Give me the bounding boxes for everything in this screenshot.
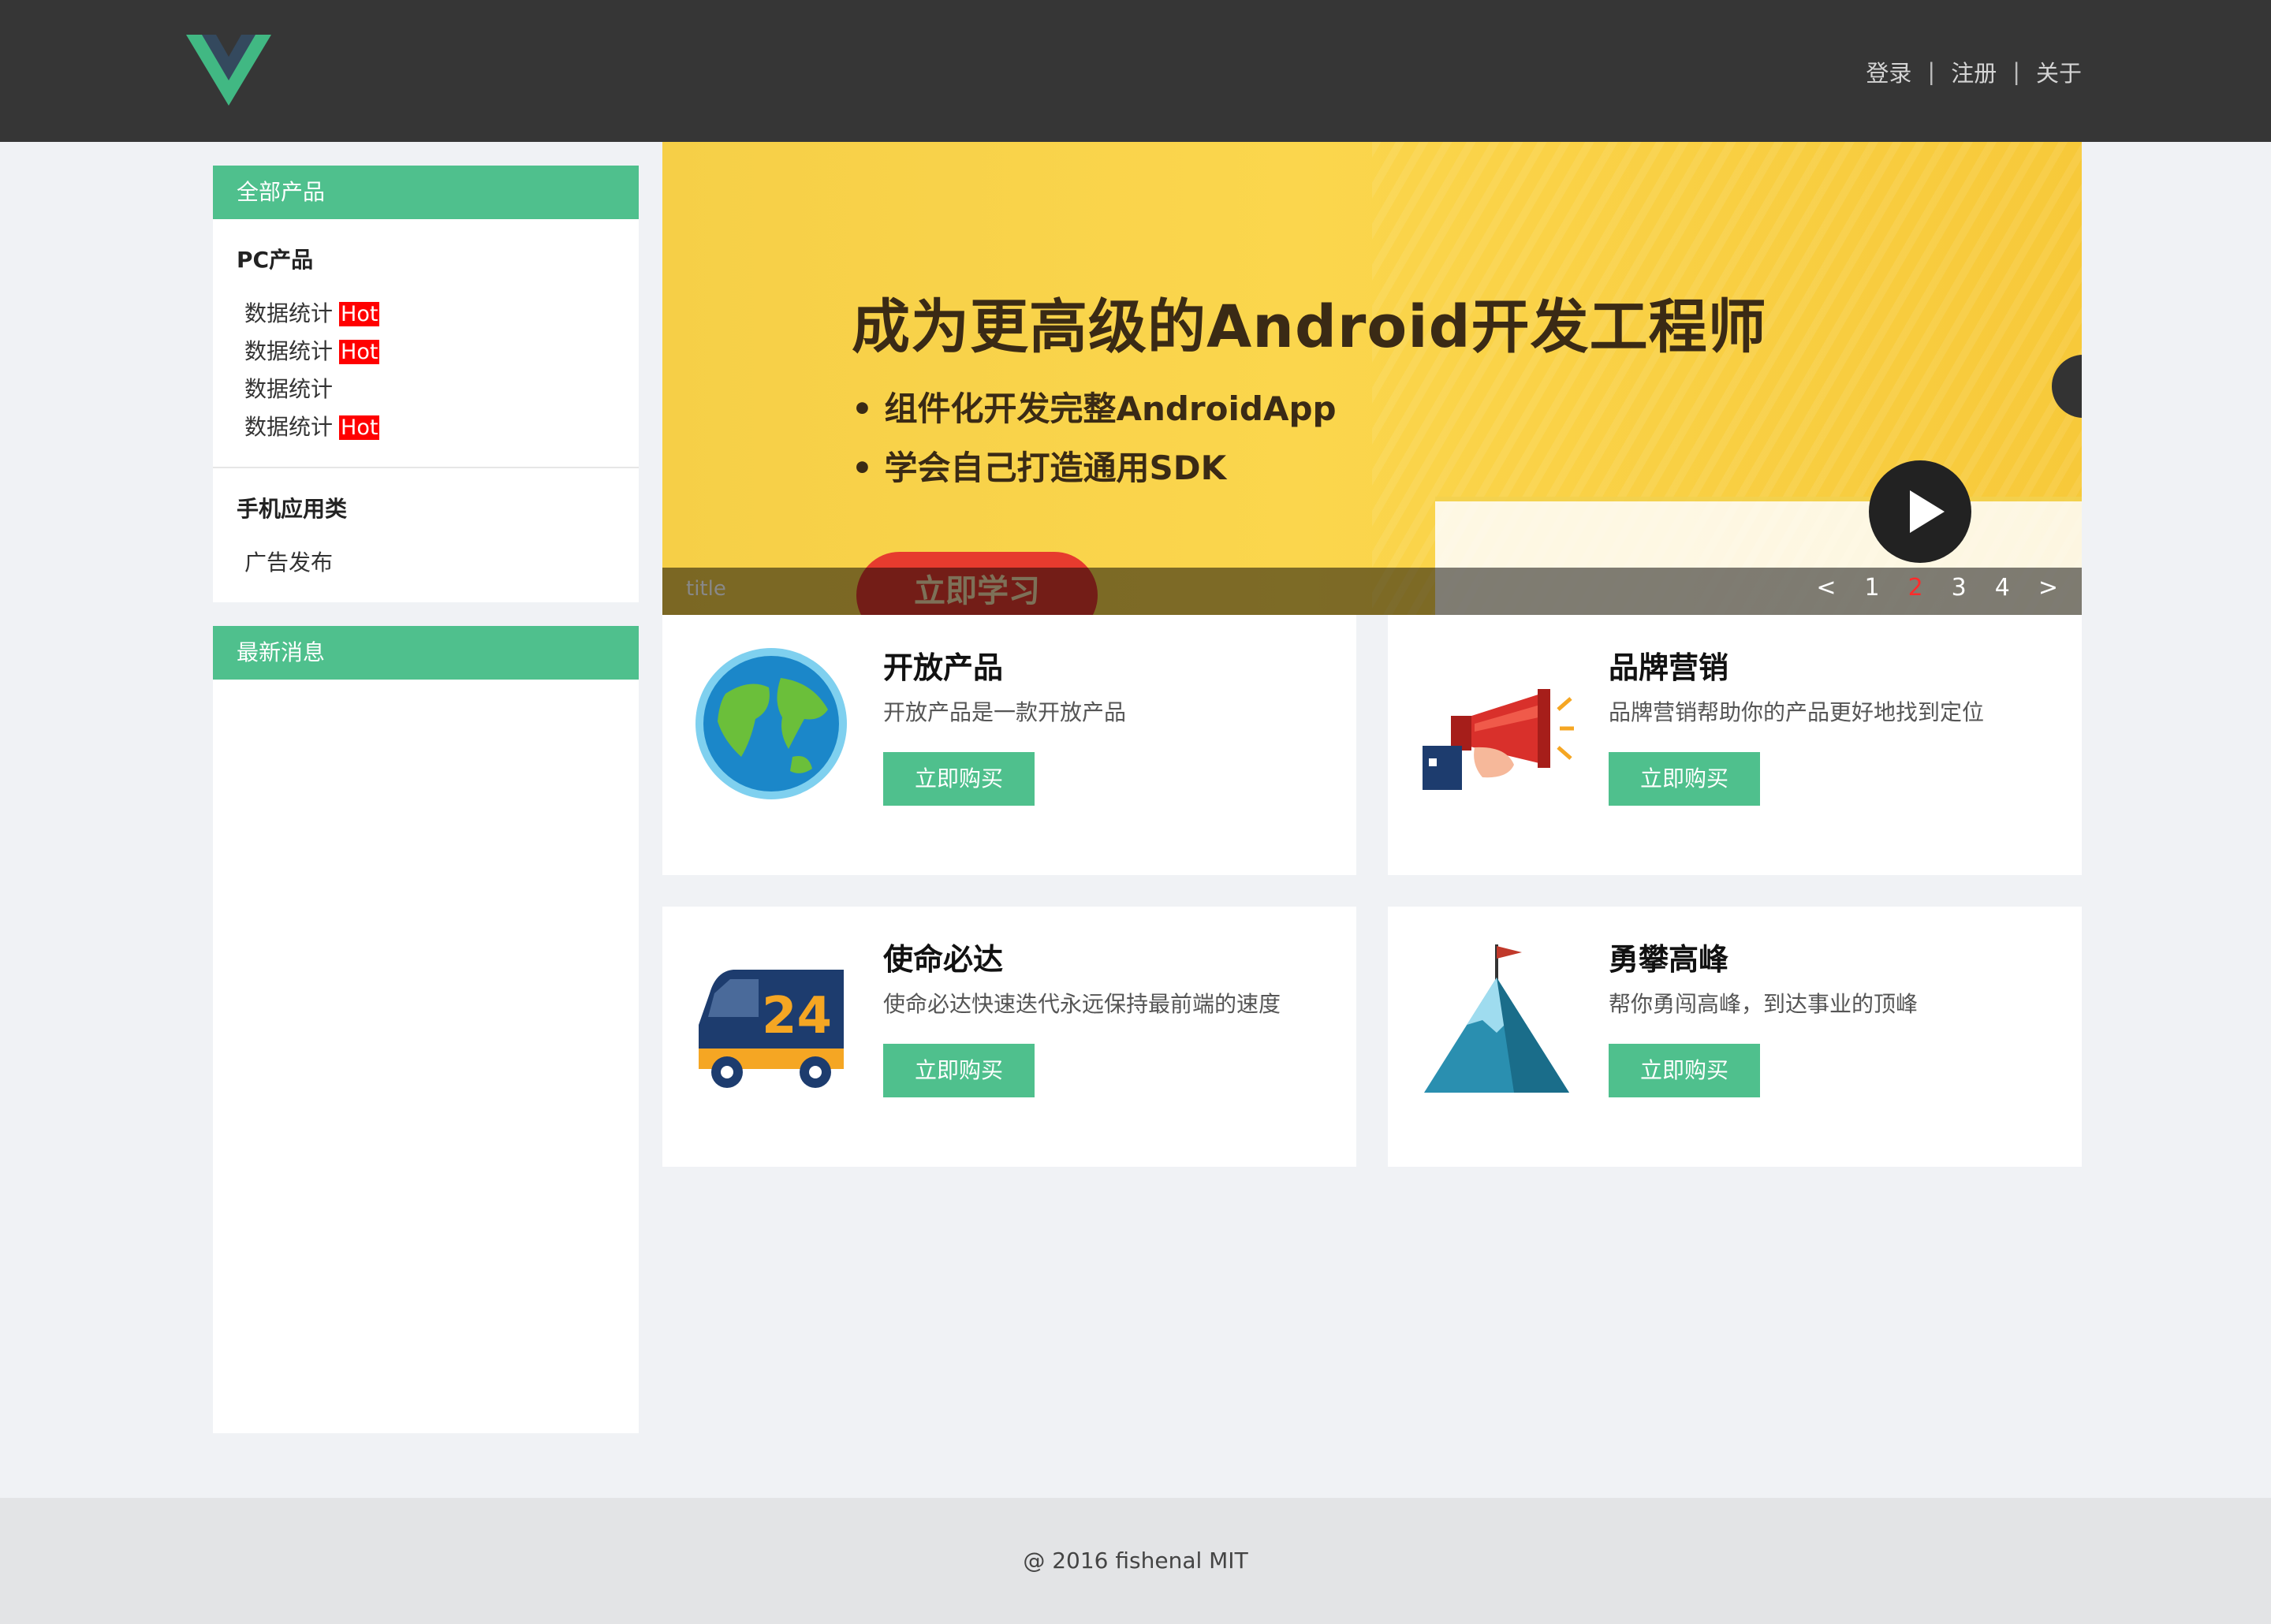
top-header: 登录 | 注册 | 关于	[0, 0, 2271, 142]
product-item[interactable]: 广告发布	[237, 544, 615, 582]
sidebar: 全部产品 PC产品 数据统计 Hot 数据统计 Hot 数据统计 数据统计 Hot 手…	[213, 166, 639, 1433]
banner-bullet: • 学会自己打造通用SDK	[852, 449, 1227, 487]
slider-page-1[interactable]: 1	[1864, 574, 1879, 602]
group-title: PC产品	[237, 247, 314, 273]
products-panel-body: PC产品 数据统计 Hot 数据统计 Hot 数据统计 数据统计 Hot 手机应用类 …	[213, 219, 639, 602]
slider-controls: < 1 2 3 4 >	[1788, 574, 2058, 602]
slider-next-button[interactable]: >	[2038, 574, 2058, 602]
mountain-icon	[1424, 944, 1569, 1093]
globe-icon	[695, 648, 847, 799]
product-item-label[interactable]: 数据统计	[244, 300, 333, 326]
register-link[interactable]: 注册	[1951, 55, 1997, 88]
slider-caption-bar: title < 1 2 3 4 >	[662, 568, 2082, 615]
product-item[interactable]: 数据统计	[237, 371, 615, 408]
product-item[interactable]: 数据统计 Hot	[237, 408, 615, 446]
card-description: 开放产品是一款开放产品	[883, 699, 1127, 725]
banner-bullet: • 组件化开发完整AndroidApp	[852, 389, 1337, 428]
buy-now-button[interactable]: 立即购买	[883, 1044, 1035, 1097]
card-description: 帮你勇闯高峰，到达事业的顶峰	[1609, 991, 1919, 1017]
svg-text:24: 24	[762, 987, 832, 1045]
news-panel-title: 最新消息	[213, 626, 639, 680]
product-card: 24 使命必达 使命必达快速迭代永远保持最前端的速度 立即购买	[662, 907, 1356, 1167]
slider-prev-button[interactable]: <	[1816, 574, 1836, 602]
card-description: 使命必达快速迭代永远保持最前端的速度	[883, 991, 1281, 1017]
page-footer: @ 2016 fishenal MIT	[0, 1498, 2271, 1624]
product-item[interactable]: 数据统计 Hot	[237, 333, 615, 371]
group-title: 手机应用类	[237, 496, 348, 522]
slider-page-4[interactable]: 4	[1995, 574, 2010, 602]
hot-badge: Hot	[339, 302, 380, 326]
product-item-label[interactable]: 数据统计	[244, 338, 333, 364]
card-title: 开放产品	[883, 650, 1004, 685]
slider-page-2[interactable]: 2	[1908, 574, 1923, 602]
products-panel-title: 全部产品	[213, 166, 639, 219]
products-panel: 全部产品 PC产品 数据统计 Hot 数据统计 Hot 数据统计 数据统计 Hot 手…	[213, 166, 639, 602]
slider-page-3[interactable]: 3	[1952, 574, 1967, 602]
hot-badge: Hot	[339, 415, 380, 440]
slide-caption: title	[686, 577, 726, 601]
product-item-label[interactable]: 数据统计	[244, 376, 333, 402]
product-item-label[interactable]: 广告发布	[244, 549, 333, 575]
footer-copyright: @ 2016 fishenal MIT	[1023, 1548, 1248, 1574]
news-panel: 最新消息	[213, 626, 639, 1433]
product-item[interactable]: 数据统计 Hot	[237, 295, 615, 333]
login-link[interactable]: 登录	[1866, 55, 1911, 88]
megaphone-icon	[1423, 689, 1574, 790]
vue-logo-icon[interactable]	[186, 35, 271, 106]
buy-now-button[interactable]: 立即购买	[1609, 752, 1760, 806]
banner-slider[interactable]: 成为更高级的Android开发工程师 • 组件化开发完整AndroidApp •…	[662, 142, 2082, 615]
header-nav: 登录 | 注册 | 关于	[1866, 55, 2082, 88]
product-card: 品牌营销 品牌营销帮助你的产品更好地找到定位 立即购买	[1388, 615, 2082, 875]
play-icon[interactable]	[1869, 460, 1971, 563]
about-link[interactable]: 关于	[2036, 55, 2082, 88]
truck-icon: 24	[699, 970, 844, 1088]
banner-headline: 成为更高级的Android开发工程师	[852, 293, 1767, 361]
nav-separator: |	[1927, 58, 1936, 85]
card-title: 勇攀高峰	[1609, 942, 1729, 977]
card-title: 品牌营销	[1609, 650, 1729, 685]
nav-separator: |	[2012, 58, 2020, 85]
card-title: 使命必达	[883, 942, 1004, 977]
product-card: 开放产品 开放产品是一款开放产品 立即购买	[662, 615, 1356, 875]
hot-badge: Hot	[339, 340, 380, 364]
buy-now-button[interactable]: 立即购买	[1609, 1044, 1760, 1097]
product-group-pc: PC产品 数据统计 Hot 数据统计 Hot 数据统计 数据统计 Hot	[213, 219, 639, 468]
news-panel-body	[213, 680, 639, 1433]
product-group-mobile: 手机应用类 广告发布	[213, 468, 639, 602]
card-description: 品牌营销帮助你的产品更好地找到定位	[1609, 699, 1985, 725]
product-card: 勇攀高峰 帮你勇闯高峰，到达事业的顶峰 立即购买	[1388, 907, 2082, 1167]
product-item-label[interactable]: 数据统计	[244, 414, 333, 440]
buy-now-button[interactable]: 立即购买	[883, 752, 1035, 806]
